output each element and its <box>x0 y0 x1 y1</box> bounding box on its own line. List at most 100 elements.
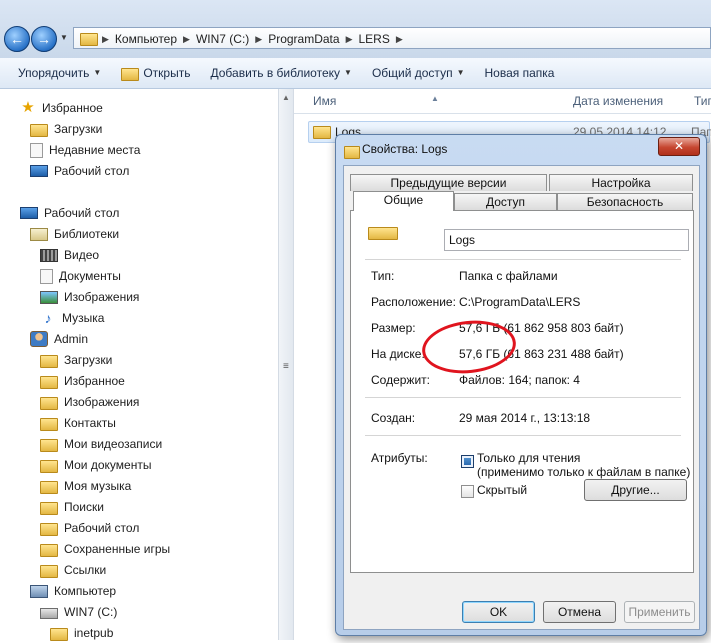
contains-value: Файлов: 164; папок: 4 <box>459 373 580 387</box>
tab-general[interactable]: Общие <box>353 191 454 211</box>
nav-contacts[interactable]: Контакты <box>40 413 116 433</box>
breadcrumb-drive[interactable]: WIN7 (C:) <box>196 32 249 46</box>
nav-computer[interactable]: Компьютер <box>30 581 116 601</box>
chevron-down-icon: ▼ <box>93 68 102 77</box>
hidden-label: Скрытый <box>477 483 528 497</box>
organize-label: Упорядочить <box>18 66 90 80</box>
videos-folder-icon <box>40 438 58 452</box>
address-bar[interactable]: ▶ Компьютер ▶ WIN7 (C:) ▶ ProgramData ▶ … <box>73 27 711 49</box>
nav-music[interactable]: ♪ Музыка <box>40 308 105 328</box>
nav-downloads[interactable]: Загрузки <box>30 119 102 139</box>
nav-my-videos[interactable]: Мои видеозаписи <box>40 434 162 454</box>
readonly-label: Только для чтения (применимо только к фай… <box>477 451 690 479</box>
nav-my-music[interactable]: Моя музыка <box>40 476 131 496</box>
chevron-right-icon[interactable]: ▶ <box>255 34 262 45</box>
nav-recent-places[interactable]: Недавние места <box>30 140 140 160</box>
nav-favorites[interactable]: ★ Избранное <box>20 98 103 118</box>
column-type[interactable]: Тип <box>694 94 711 108</box>
disk-size-label: На диске: <box>371 347 425 361</box>
open-label: Открыть <box>143 66 191 80</box>
nav-desktop[interactable]: Рабочий стол <box>30 161 129 181</box>
column-name[interactable]: Имя <box>313 94 336 108</box>
nav-searches[interactable]: Поиски <box>40 497 104 517</box>
favorites-folder-icon <box>40 375 58 389</box>
searches-folder-icon <box>40 501 58 515</box>
title-address-area: ← → ▼ ▶ Компьютер ▶ WIN7 (C:) ▶ ProgramD… <box>0 0 711 59</box>
nav-label: Избранное <box>42 101 103 115</box>
organize-button[interactable]: Упорядочить ▼ <box>8 61 111 85</box>
share-button[interactable]: Общий доступ ▼ <box>362 61 475 85</box>
apply-button[interactable]: Применить <box>624 601 695 623</box>
back-button[interactable]: ← <box>4 26 30 52</box>
tab-settings[interactable]: Настройка <box>549 174 693 191</box>
nav-admin-images[interactable]: Изображения <box>40 392 139 412</box>
nav-label: Рабочий стол <box>64 521 140 535</box>
breadcrumb-lers[interactable]: LERS <box>359 32 390 46</box>
folder-icon <box>344 146 360 159</box>
nav-admin[interactable]: Admin <box>30 329 88 349</box>
column-date[interactable]: Дата изменения <box>573 94 663 108</box>
open-button[interactable]: Открыть <box>111 61 200 85</box>
nav-my-documents[interactable]: Мои документы <box>40 455 151 475</box>
links-folder-icon <box>40 564 58 578</box>
sort-ascending-icon: ▲ <box>431 94 439 103</box>
pane-splitter[interactable]: ▲ ≡ <box>278 89 294 640</box>
breadcrumb-programdata[interactable]: ProgramData <box>268 32 339 46</box>
navigation-pane: ★ Избранное Загрузки Недавние места Рабоч… <box>0 89 278 643</box>
close-button[interactable]: ✕ <box>658 137 700 156</box>
nav-drive-c[interactable]: WIN7 (C:) <box>40 602 117 622</box>
chevron-down-icon: ▼ <box>344 68 352 77</box>
readonly-text: Только для чтения <box>477 451 581 465</box>
nav-label: Недавние места <box>49 143 141 157</box>
nav-desktop-root[interactable]: Рабочий стол <box>20 203 119 223</box>
libraries-icon <box>30 227 48 241</box>
ok-button[interactable]: OK <box>462 601 535 623</box>
history-dropdown-icon[interactable]: ▼ <box>60 33 68 42</box>
folder-name-input[interactable]: Logs <box>444 229 689 251</box>
add-library-label: Добавить в библиотеку <box>210 66 341 80</box>
nav-admin-downloads[interactable]: Загрузки <box>40 350 112 370</box>
other-attributes-button[interactable]: Другие... <box>584 479 687 501</box>
nav-admin-desktop[interactable]: Рабочий стол <box>40 518 139 538</box>
nav-documents[interactable]: Документы <box>40 266 121 286</box>
created-value: 29 мая 2014 г., 13:13:18 <box>459 411 591 425</box>
chevron-right-icon[interactable]: ▶ <box>346 34 353 45</box>
add-to-library-button[interactable]: Добавить в библиотеку ▼ <box>200 61 361 85</box>
tab-security[interactable]: Безопасность <box>557 193 693 210</box>
tab-access[interactable]: Доступ <box>454 193 557 210</box>
divider <box>365 397 681 398</box>
nav-label: Загрузки <box>54 122 103 136</box>
properties-dialog: Свойства: Logs ✕ Предыдущие версии Настр… <box>335 134 707 636</box>
forward-arrow-icon: → <box>37 31 51 47</box>
splitter-grip-icon[interactable]: ≡ <box>283 361 289 372</box>
documents-icon <box>40 268 53 284</box>
nav-label: Изображения <box>64 290 140 304</box>
desktop-icon <box>20 207 38 219</box>
readonly-checkbox[interactable] <box>461 455 474 468</box>
nav-admin-favorites[interactable]: Избранное <box>40 371 125 391</box>
nav-libraries[interactable]: Библиотеки <box>30 224 119 244</box>
scroll-up-icon[interactable]: ▲ <box>282 93 290 102</box>
nav-video[interactable]: Видео <box>40 245 99 265</box>
forward-button[interactable]: → <box>31 26 57 52</box>
nav-images[interactable]: Изображения <box>40 287 139 307</box>
nav-inetpub[interactable]: inetpub <box>50 623 113 643</box>
attributes-label: Атрибуты: <box>371 451 428 465</box>
chevron-right-icon[interactable]: ▶ <box>396 34 403 45</box>
hidden-checkbox[interactable] <box>461 485 474 498</box>
location-label: Расположение: <box>371 295 456 309</box>
dialog-body: Предыдущие версии Настройка Общие Доступ… <box>343 165 700 630</box>
breadcrumb-computer[interactable]: Компьютер <box>115 32 177 46</box>
nav-saved-games[interactable]: Сохраненные игры <box>40 539 170 559</box>
column-headers: Имя ▲ Дата изменения Тип <box>294 89 711 114</box>
new-folder-button[interactable]: Новая папка <box>474 61 564 85</box>
tab-previous-versions[interactable]: Предыдущие версии <box>350 174 547 191</box>
nav-links[interactable]: Ссылки <box>40 560 106 580</box>
cancel-button[interactable]: Отмена <box>543 601 616 623</box>
chevron-down-icon: ▼ <box>456 68 465 77</box>
desktop-icon <box>30 165 48 177</box>
chevron-right-icon[interactable]: ▶ <box>102 34 109 45</box>
chevron-right-icon[interactable]: ▶ <box>183 34 190 45</box>
nav-label: Admin <box>54 332 89 346</box>
nav-label: Видео <box>64 248 100 262</box>
